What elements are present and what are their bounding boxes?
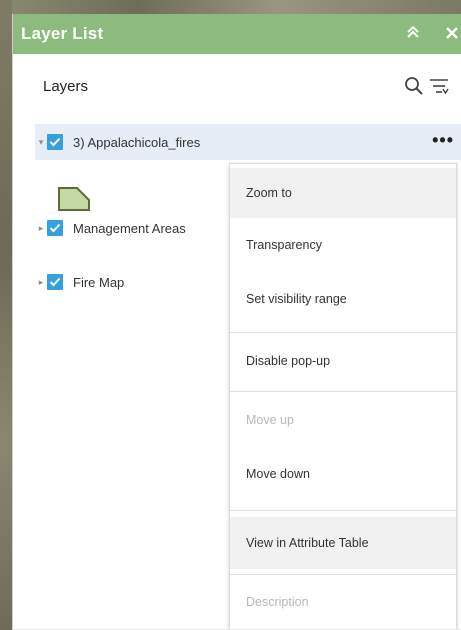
- expand-caret-icon[interactable]: ▸: [35, 223, 47, 234]
- map-background: [0, 0, 461, 14]
- layer-visibility-checkbox[interactable]: [47, 274, 63, 290]
- menu-divider: [230, 332, 456, 333]
- layer-visibility-checkbox[interactable]: [47, 220, 63, 236]
- layer-list-panel: Layer List Layers ▾ 3) Appalachicola_fir…: [12, 14, 461, 630]
- close-icon[interactable]: [442, 23, 461, 45]
- layer-name: Fire Map: [73, 274, 125, 290]
- panel-title: Layer List: [21, 24, 104, 43]
- layer-visibility-checkbox[interactable]: [47, 134, 63, 150]
- filter-icon[interactable]: [428, 76, 450, 96]
- map-background-edge: [0, 0, 12, 630]
- menu-item-view-attribute-table[interactable]: View in Attribute Table: [230, 517, 456, 569]
- layers-header: Layers: [13, 54, 461, 114]
- menu-item-zoom-to[interactable]: Zoom to: [230, 168, 456, 218]
- layer-row-fire-map[interactable]: ▸ Fire Map: [35, 264, 235, 300]
- menu-item-disable-popup[interactable]: Disable pop-up: [230, 334, 456, 388]
- menu-divider: [230, 574, 456, 575]
- double-chevron-up-icon[interactable]: [404, 25, 422, 43]
- menu-item-move-down[interactable]: Move down: [230, 447, 456, 501]
- more-options-icon[interactable]: •••: [432, 131, 454, 149]
- menu-divider: [230, 510, 456, 511]
- layer-row-appalachicola-fires[interactable]: ▾ 3) Appalachicola_fires •••: [35, 124, 461, 160]
- layers-label: Layers: [43, 78, 89, 95]
- polygon-legend-swatch: [58, 187, 90, 211]
- menu-divider: [230, 391, 456, 392]
- expand-caret-icon[interactable]: ▾: [35, 137, 47, 148]
- panel-titlebar: Layer List: [13, 14, 461, 54]
- search-icon[interactable]: [404, 76, 424, 96]
- expand-caret-icon[interactable]: ▸: [35, 277, 47, 288]
- layer-name: 3) Appalachicola_fires: [73, 134, 201, 150]
- layer-name: Management Areas: [73, 220, 186, 236]
- menu-item-transparency[interactable]: Transparency: [230, 220, 456, 270]
- menu-item-move-up: Move up: [246, 413, 294, 427]
- layer-context-menu: Zoom to Transparency Set visibility rang…: [229, 163, 457, 630]
- layer-row-management-areas[interactable]: ▸ Management Areas: [35, 210, 235, 246]
- menu-item-set-visibility-range[interactable]: Set visibility range: [230, 274, 456, 324]
- menu-item-description: Description: [246, 595, 309, 609]
